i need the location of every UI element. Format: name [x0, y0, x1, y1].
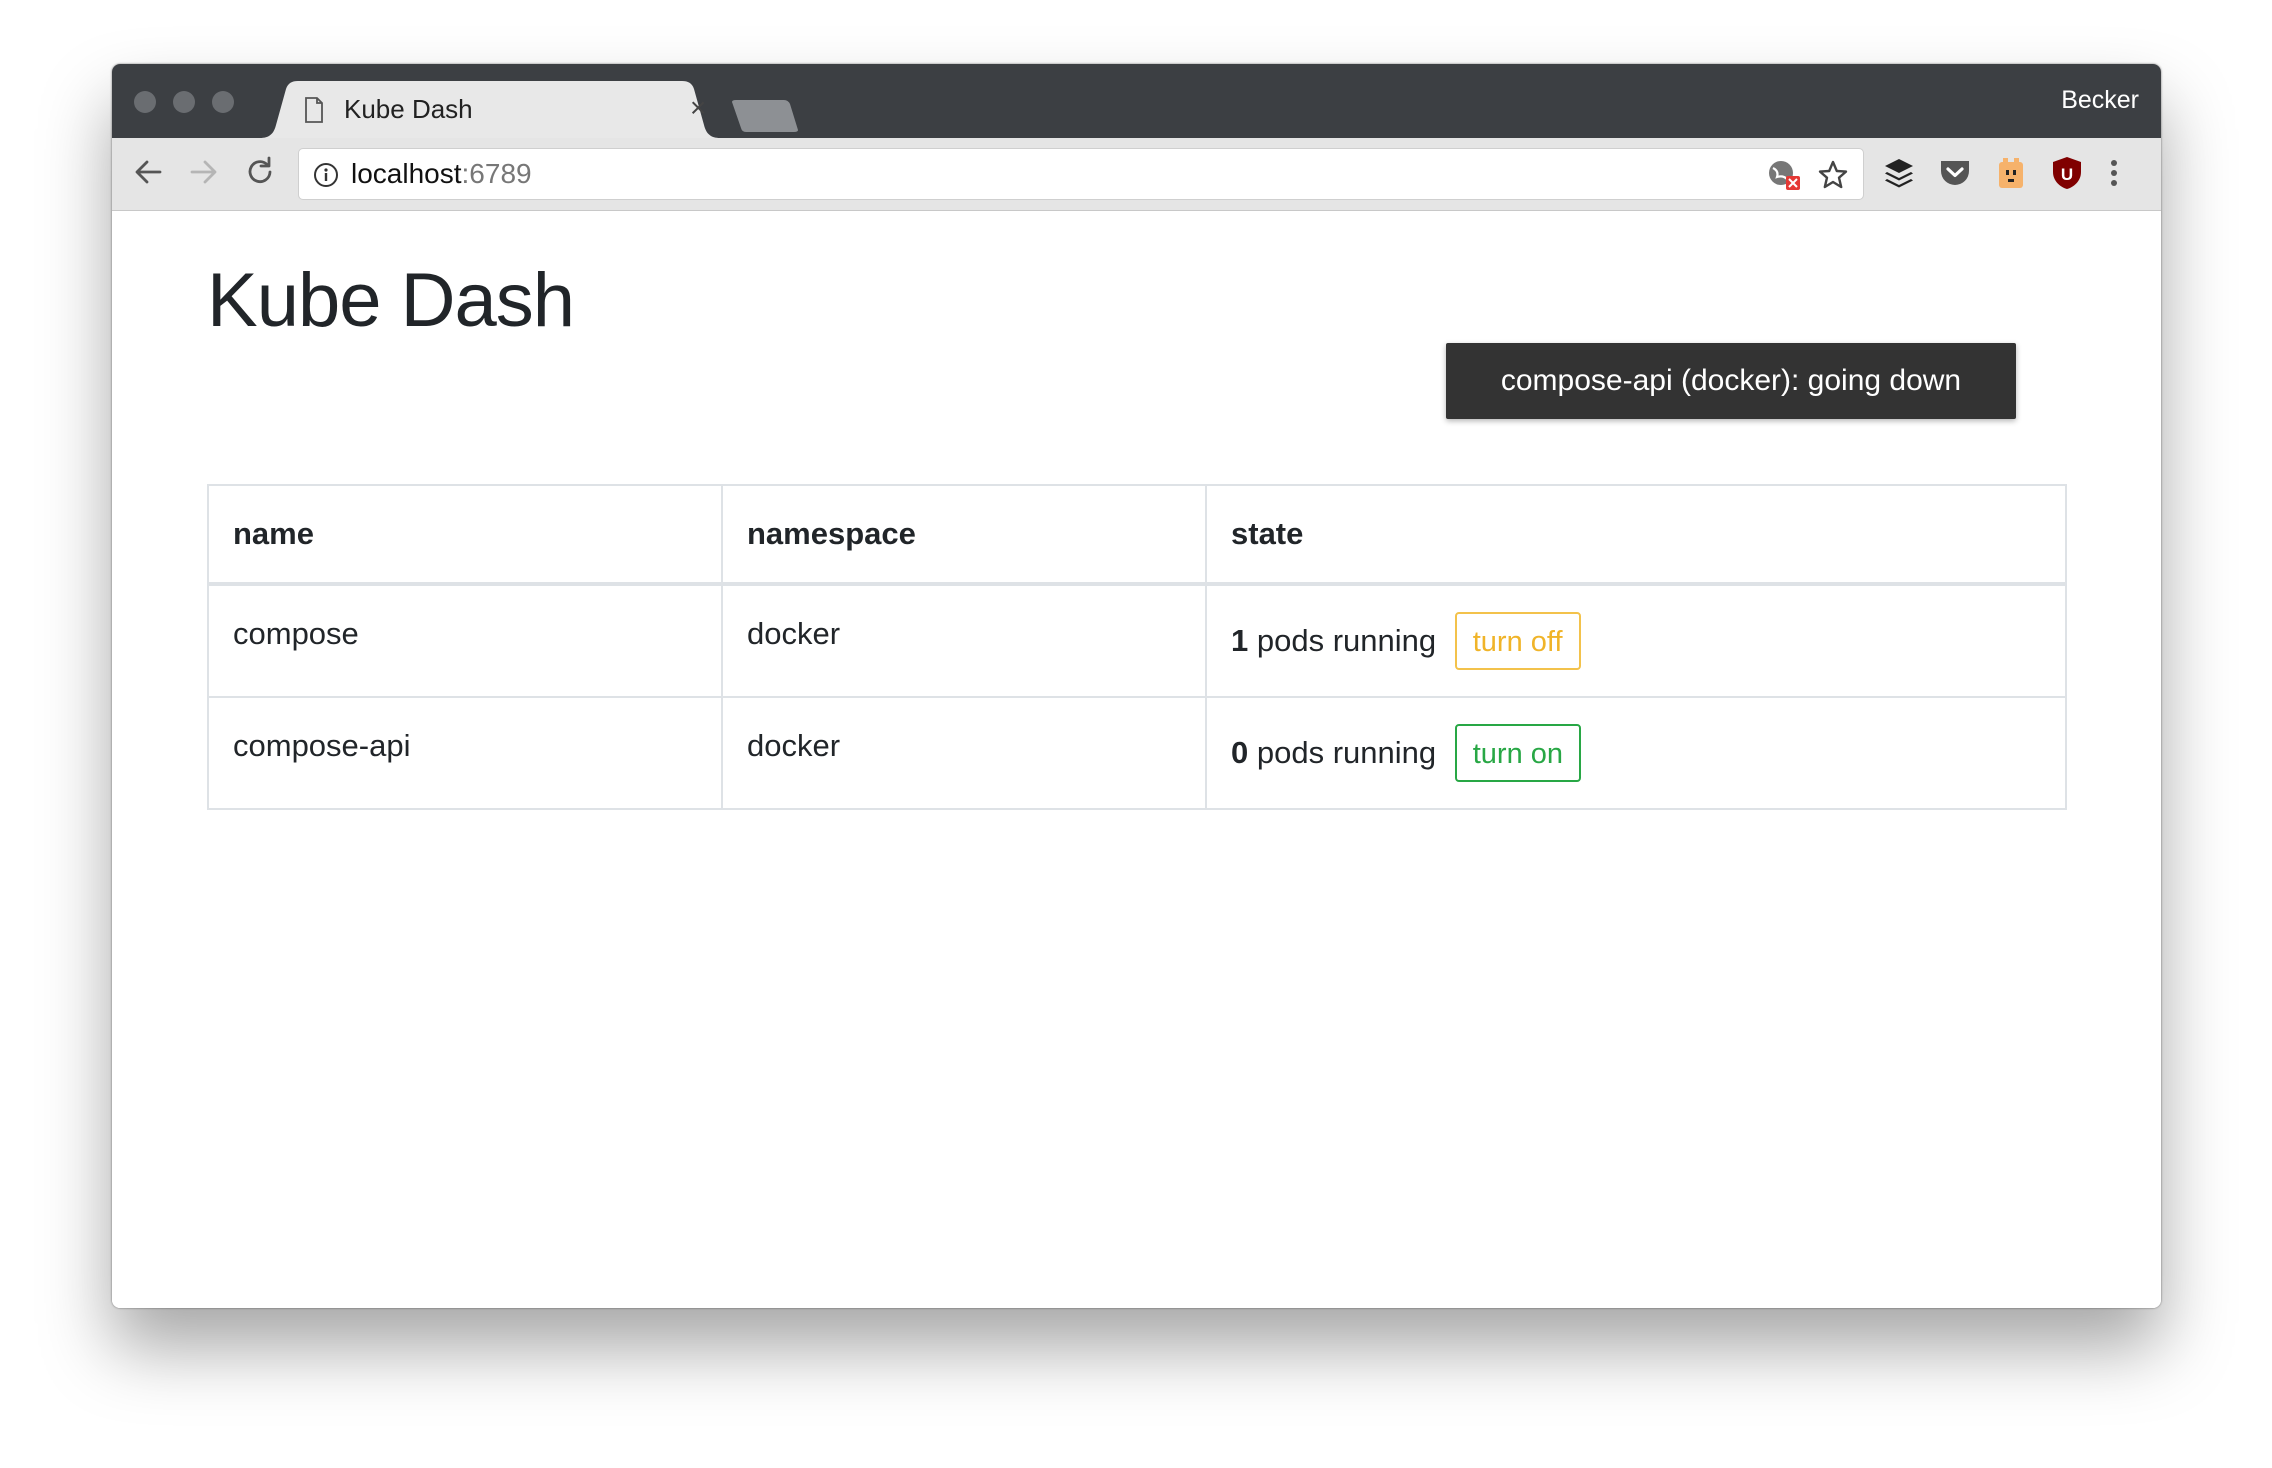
- info-icon[interactable]: [313, 162, 339, 193]
- column-header-name: name: [207, 484, 723, 586]
- page-title: Kube Dash: [207, 258, 575, 343]
- pods-label: pods running: [1248, 735, 1437, 770]
- menu-dots-icon[interactable]: [2108, 158, 2120, 193]
- cell-namespace: docker: [721, 696, 1207, 810]
- table-row: compose-api docker 0 pods running turn o…: [207, 696, 2067, 810]
- page-content: Kube Dash compose-api (docker): going do…: [112, 211, 2161, 1308]
- url-text[interactable]: localhost:6789: [351, 158, 532, 190]
- pods-status: 1 pods running: [1231, 623, 1436, 658]
- document-icon: [304, 97, 324, 128]
- tab-shape: [260, 81, 720, 138]
- turn-on-button[interactable]: turn on: [1454, 724, 1582, 782]
- tab-strip: Kube Dash × Becker: [112, 64, 2161, 138]
- close-window-dot[interactable]: [134, 91, 156, 113]
- buffer-stack-icon[interactable]: [1882, 156, 1916, 195]
- column-header-namespace: namespace: [721, 484, 1207, 586]
- column-header-state: state: [1205, 484, 2067, 586]
- close-tab-icon[interactable]: ×: [690, 91, 706, 125]
- cell-state: 0 pods running turn on: [1205, 696, 2067, 810]
- pods-label: pods running: [1248, 623, 1437, 658]
- zoom-window-dot[interactable]: [212, 91, 234, 113]
- back-arrow-icon[interactable]: [130, 154, 166, 195]
- address-bar[interactable]: localhost:6789: [298, 148, 1864, 200]
- pods-count: 1: [1231, 623, 1249, 658]
- pocket-icon[interactable]: [1938, 158, 1972, 193]
- new-tab-button[interactable]: [732, 100, 798, 132]
- deployments-table: name namespace state compose docker 1 po…: [207, 484, 2067, 810]
- pods-count: 0: [1231, 735, 1249, 770]
- translate-blocked-icon[interactable]: [1767, 159, 1801, 196]
- forward-arrow-icon[interactable]: [186, 154, 222, 195]
- cell-name: compose-api: [207, 696, 723, 810]
- tab-title: Kube Dash: [344, 94, 473, 124]
- browser-toolbar: localhost:6789 U: [112, 138, 2161, 211]
- url-port: :6789: [461, 158, 532, 189]
- cell-namespace: docker: [721, 583, 1207, 698]
- cell-name: compose: [207, 583, 723, 698]
- pods-status: 0 pods running: [1231, 735, 1436, 770]
- turn-off-button[interactable]: turn off: [1454, 612, 1581, 670]
- ublock-icon[interactable]: U: [2050, 156, 2084, 195]
- cell-state: 1 pods running turn off: [1205, 583, 2067, 698]
- tab-kube-dash[interactable]: Kube Dash ×: [260, 81, 720, 138]
- url-host: localhost: [351, 158, 462, 189]
- browser-window: Kube Dash × Becker localhost:6789 U Kube…: [112, 64, 2161, 1308]
- table-header-row: name namespace state: [207, 484, 2067, 586]
- minimize-window-dot[interactable]: [173, 91, 195, 113]
- svg-text:U: U: [2061, 165, 2073, 184]
- profile-name[interactable]: Becker: [2061, 86, 2139, 115]
- table-row: compose docker 1 pods running turn off: [207, 583, 2067, 698]
- star-icon[interactable]: [1817, 159, 1849, 196]
- honey-extension-icon[interactable]: [1996, 156, 2026, 195]
- status-toast: compose-api (docker): going down: [1446, 343, 2016, 419]
- reload-icon[interactable]: [242, 154, 278, 195]
